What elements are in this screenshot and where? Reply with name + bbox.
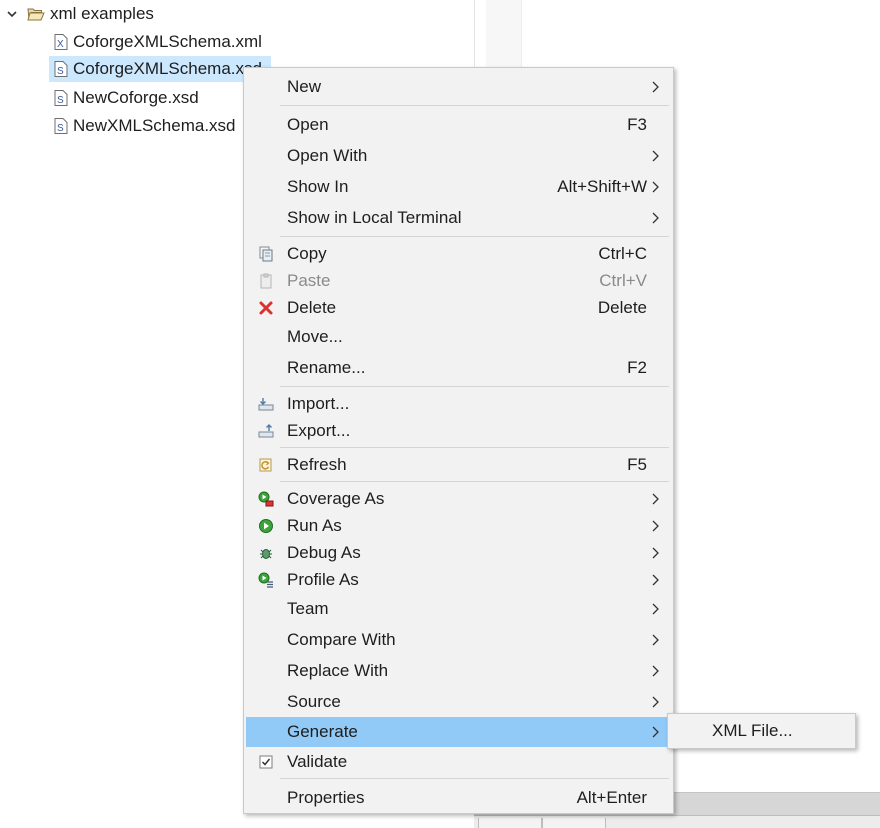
menu-item-source[interactable]: Source xyxy=(246,687,671,717)
xml-file-icon: X xyxy=(54,34,68,50)
chevron-right-icon xyxy=(652,547,659,559)
tree-file-label: CoforgeXMLSchema.xsd xyxy=(73,59,262,78)
shortcut-label: Delete xyxy=(597,298,647,317)
refresh-icon xyxy=(259,458,272,472)
menu-item-team[interactable]: Team xyxy=(246,594,671,624)
menu-separator xyxy=(280,778,669,779)
chevron-right-icon xyxy=(652,150,659,162)
menu-item-debug-as[interactable]: Debug As xyxy=(246,538,671,568)
xsd-file-icon: S xyxy=(54,90,68,106)
chevron-down-icon[interactable] xyxy=(5,7,19,21)
chevron-right-icon xyxy=(652,493,659,505)
checkbox-checked-icon xyxy=(259,755,273,769)
shortcut-label: Ctrl+V xyxy=(599,271,647,290)
shortcut-label: F5 xyxy=(627,455,647,474)
chevron-right-icon xyxy=(652,181,659,193)
tree-file-label: NewXMLSchema.xsd xyxy=(73,116,236,135)
chevron-right-icon xyxy=(652,574,659,586)
tree-file-row[interactable]: S NewCoforge.xsd xyxy=(49,85,271,111)
shortcut-label: F3 xyxy=(627,115,647,134)
chevron-right-icon xyxy=(652,81,659,93)
tree-file-label: CoforgeXMLSchema.xml xyxy=(73,32,262,51)
menu-separator xyxy=(280,105,669,106)
chevron-right-icon xyxy=(652,520,659,532)
menu-item-refresh[interactable]: Refresh F5 xyxy=(246,450,671,480)
menu-item-open-with[interactable]: Open With xyxy=(246,141,671,171)
profile-icon xyxy=(258,572,273,588)
menu-item-paste[interactable]: Paste Ctrl+V xyxy=(246,266,671,296)
menu-separator xyxy=(280,447,669,448)
shortcut-label: Alt+Shift+W xyxy=(557,177,647,196)
chevron-right-icon xyxy=(652,634,659,646)
menu-item-delete[interactable]: Delete Delete xyxy=(246,293,671,323)
import-icon xyxy=(258,398,274,411)
tree-file-row[interactable]: X CoforgeXMLSchema.xml xyxy=(49,29,271,55)
shortcut-label: F2 xyxy=(627,358,647,377)
coverage-icon xyxy=(258,491,274,507)
menu-item-compare-with[interactable]: Compare With xyxy=(246,625,671,655)
bottom-tab[interactable] xyxy=(478,818,542,828)
menu-item-generate[interactable]: Generate xyxy=(246,717,671,747)
tree-folder-label: xml examples xyxy=(50,4,154,23)
shortcut-label: Alt+Enter xyxy=(576,788,647,807)
delete-icon xyxy=(259,301,273,315)
menu-item-import[interactable]: Import... xyxy=(246,389,671,419)
chevron-right-icon xyxy=(652,603,659,615)
menu-item-profile-as[interactable]: Profile As xyxy=(246,565,671,595)
menu-item-coverage-as[interactable]: Coverage As xyxy=(246,484,671,514)
export-icon xyxy=(258,424,274,438)
xsd-file-icon: S xyxy=(54,61,68,77)
bottom-tab[interactable] xyxy=(542,818,606,828)
tree-folder-row[interactable]: xml examples xyxy=(0,1,474,27)
tree-file-row-selected[interactable]: S CoforgeXMLSchema.xsd xyxy=(49,56,271,82)
menu-item-copy[interactable]: Copy Ctrl+C xyxy=(246,239,671,269)
svg-text:S: S xyxy=(57,95,64,106)
chevron-right-icon xyxy=(652,726,659,738)
menu-item-properties[interactable]: Properties Alt+Enter xyxy=(246,783,671,813)
menu-item-run-as[interactable]: Run As xyxy=(246,511,671,541)
chevron-right-icon xyxy=(652,212,659,224)
menu-item-open[interactable]: Open F3 xyxy=(246,110,671,140)
debug-icon xyxy=(260,549,272,559)
generate-submenu: XML File... xyxy=(667,713,856,749)
chevron-right-icon xyxy=(652,696,659,708)
folder-open-icon xyxy=(27,8,45,21)
menu-separator xyxy=(280,386,669,387)
menu-item-move[interactable]: Move... xyxy=(246,322,671,352)
xsd-file-icon: S xyxy=(54,118,68,134)
menu-item-validate[interactable]: Validate xyxy=(246,747,671,777)
copy-icon xyxy=(259,246,273,262)
context-menu: New Open F3 Open With Show In Alt+Shift+… xyxy=(243,67,674,814)
menu-separator xyxy=(280,481,669,482)
submenu-item-xml-file[interactable]: XML File... xyxy=(669,716,854,746)
svg-text:S: S xyxy=(57,123,64,134)
svg-text:S: S xyxy=(57,66,64,77)
paste-icon xyxy=(260,273,272,289)
menu-separator xyxy=(280,236,669,237)
menu-item-show-in[interactable]: Show In Alt+Shift+W xyxy=(246,172,671,202)
menu-item-replace-with[interactable]: Replace With xyxy=(246,656,671,686)
shortcut-label: Ctrl+C xyxy=(598,244,647,263)
chevron-right-icon xyxy=(652,665,659,677)
menu-item-new[interactable]: New xyxy=(246,72,671,102)
tree-file-row[interactable]: S NewXMLSchema.xsd xyxy=(49,113,271,139)
menu-item-rename[interactable]: Rename... F2 xyxy=(246,353,671,383)
run-icon xyxy=(259,519,273,533)
menu-item-export[interactable]: Export... xyxy=(246,416,671,446)
svg-text:X: X xyxy=(57,39,64,50)
tree-file-label: NewCoforge.xsd xyxy=(73,88,199,107)
menu-item-show-in-local-terminal[interactable]: Show in Local Terminal xyxy=(246,203,671,233)
